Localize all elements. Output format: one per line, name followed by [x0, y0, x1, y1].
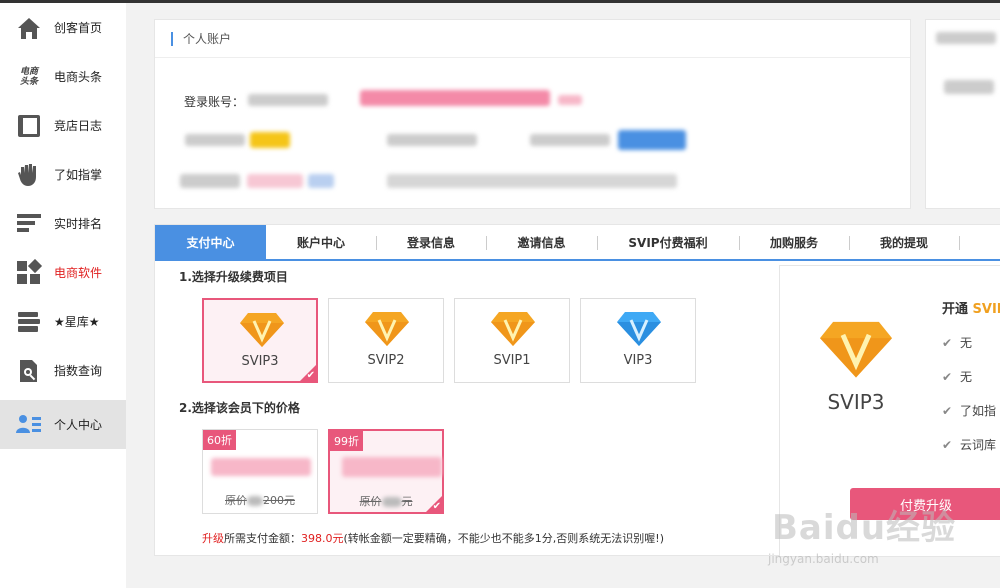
tab-svip-benefits[interactable]: SVIP付费福利 — [597, 225, 739, 259]
hand-icon — [15, 161, 43, 189]
apps-grid-icon — [15, 258, 43, 287]
tier-label: VIP3 — [623, 353, 653, 368]
headline-logo-icon: 电商头条 — [15, 63, 43, 91]
blurred-value — [247, 174, 303, 188]
sidebar-item-label: 创客首页 — [54, 21, 103, 35]
tier-card-vip3[interactable]: VIP3 — [580, 298, 696, 383]
tier-label: SVIP2 — [367, 353, 405, 368]
check-icon: ✔ — [942, 336, 953, 350]
check-icon: ✔ — [432, 501, 441, 512]
check-icon: ✔ — [306, 370, 315, 381]
baidu-watermark: Baidu经验 jingyan.baidu.com — [762, 498, 992, 578]
tier-card-svip3[interactable]: SVIP3 ✔ — [202, 298, 318, 383]
blurred-login-value — [248, 94, 328, 106]
blurred-value — [360, 90, 550, 106]
check-icon: ✔ — [942, 404, 953, 418]
discount-badge: 99折 — [330, 431, 363, 451]
sidebar-item-label: 个人中心 — [54, 418, 103, 432]
document-search-icon — [15, 357, 43, 385]
ranking-bars-icon — [15, 210, 43, 238]
watermark-url: jingyan.baidu.com — [768, 552, 879, 566]
divider — [155, 57, 910, 58]
sidebar-item-ranking[interactable]: 实时排名 — [0, 199, 126, 248]
tier-label: SVIP1 — [493, 353, 531, 368]
stack-cards-icon — [15, 308, 43, 336]
tab-addon-services[interactable]: 加购服务 — [739, 225, 849, 259]
blurred-value — [308, 174, 334, 188]
perk-item: ✔ 云词库 — [942, 438, 997, 452]
tab-bar: 支付中心 账户中心 登录信息 邀请信息 SVIP付费福利 加购服务 我的提现 — [155, 225, 1000, 261]
sidebar-item-label: 了如指掌 — [54, 168, 103, 182]
tab-invite-info[interactable]: 邀请信息 — [486, 225, 597, 259]
sidebar-item-label: 实时排名 — [54, 217, 103, 231]
sidebar-item-label: 电商头条 — [54, 70, 103, 84]
sidebar: 创客首页 电商头条 电商头条 竞店日志 了如指掌 实时排名 电商软件 ★星库★ — [0, 3, 126, 588]
blue-diamond-icon — [617, 312, 661, 346]
gold-diamond-icon — [365, 312, 409, 346]
blurred-value — [185, 134, 245, 146]
perk-item: ✔ 无 — [942, 370, 973, 384]
blurred-price — [211, 458, 311, 476]
tab-payment-center[interactable]: 支付中心 — [155, 225, 266, 259]
watermark-text: Baidu经验 — [772, 508, 957, 548]
sidebar-item-shop-log[interactable]: 竞店日志 — [0, 101, 126, 150]
blurred-price — [342, 457, 442, 477]
blurred-value — [180, 174, 240, 188]
account-title: 个人账户 — [171, 32, 231, 46]
blurred-value — [936, 32, 996, 44]
account-panel: 个人账户 登录账号： — [154, 19, 911, 209]
perk-item: ✔ 了如指 — [942, 404, 997, 418]
tier-card-svip2[interactable]: SVIP2 — [328, 298, 444, 383]
book-icon — [15, 112, 43, 140]
section-title-upgrade: 1.选择升级续费项目 — [179, 270, 288, 284]
original-price: 原价 200元 — [225, 494, 295, 507]
blurred-value — [387, 174, 677, 188]
sidebar-item-label: 竞店日志 — [54, 119, 103, 133]
sidebar-item-index-query[interactable]: 指数查询 — [0, 346, 126, 395]
gold-diamond-icon — [240, 313, 284, 347]
blurred-value — [558, 95, 582, 105]
blurred-value — [387, 134, 477, 146]
headline-logo-text: 电商头条 — [19, 66, 38, 87]
sidebar-item-home[interactable]: 创客首页 — [0, 3, 126, 52]
sidebar-item-software[interactable]: 电商软件 — [0, 248, 126, 297]
tab-separator — [959, 236, 960, 250]
tab-login-info[interactable]: 登录信息 — [376, 225, 486, 259]
side-info-panel — [925, 19, 1000, 209]
open-tier-heading: 开通 SVIF — [942, 302, 1000, 317]
sidebar-item-headlines[interactable]: 电商头条 电商头条 — [0, 52, 126, 101]
sidebar-item-personal-center[interactable]: 个人中心 — [0, 400, 126, 449]
tier-card-svip1[interactable]: SVIP1 — [454, 298, 570, 383]
blurred-value — [944, 80, 994, 94]
section-title-price: 2.选择该会员下的价格 — [179, 401, 300, 415]
tab-account-center[interactable]: 账户中心 — [266, 225, 376, 259]
sidebar-item-label: ★星库★ — [54, 315, 100, 329]
blurred-badge — [250, 132, 290, 148]
preview-tier-label: SVIP3 — [827, 390, 885, 414]
price-card-99[interactable]: 99折 原价元 ✔ — [328, 429, 444, 514]
check-icon: ✔ — [942, 438, 953, 452]
sidebar-item-insight[interactable]: 了如指掌 — [0, 150, 126, 199]
tab-my-withdrawal[interactable]: 我的提现 — [849, 225, 959, 259]
price-card-60[interactable]: 60折 原价 200元 — [202, 429, 318, 514]
user-list-icon — [15, 411, 43, 439]
top-bar — [0, 0, 1000, 3]
sidebar-item-label: 指数查询 — [54, 364, 103, 378]
sidebar-item-star-library[interactable]: ★星库★ — [0, 297, 126, 346]
perk-item: ✔ 无 — [942, 336, 973, 350]
login-account-label: 登录账号： — [184, 95, 245, 109]
blurred-button — [618, 130, 686, 150]
gold-diamond-icon — [820, 321, 892, 378]
discount-badge: 60折 — [203, 430, 236, 450]
blurred-value — [530, 134, 610, 146]
sidebar-item-label: 电商软件 — [54, 266, 103, 280]
payment-amount-note: 升级所需支付金额：398.0元(转帐金额一定要精确，不能少也不能多1分,否则系统… — [202, 532, 664, 545]
gold-diamond-icon — [491, 312, 535, 346]
check-icon: ✔ — [942, 370, 953, 384]
home-icon — [15, 14, 43, 42]
